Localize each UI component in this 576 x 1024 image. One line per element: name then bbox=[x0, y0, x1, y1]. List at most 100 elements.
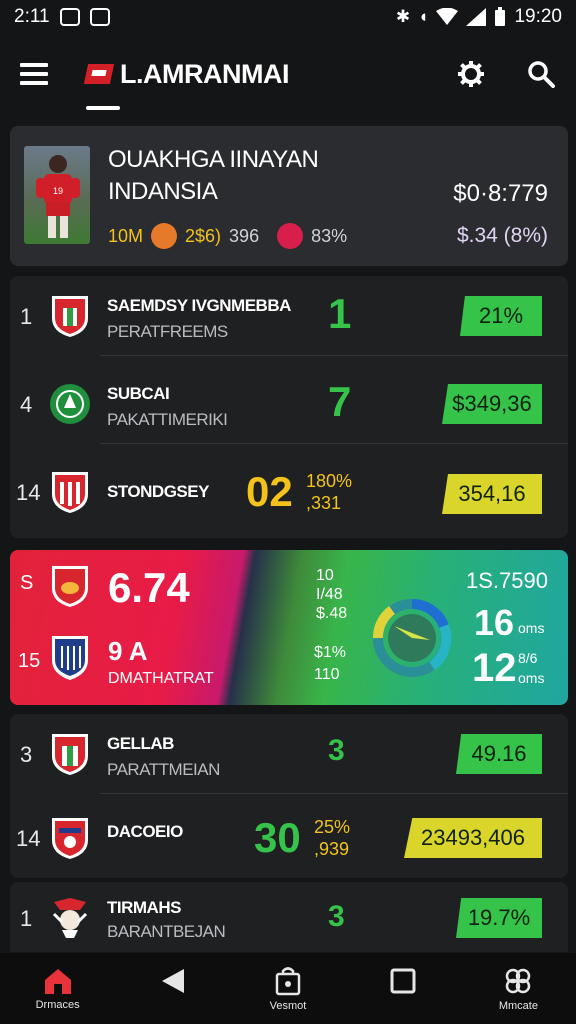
team-score: 3 bbox=[328, 734, 345, 767]
app-bar: L.AMRANMAI bbox=[0, 34, 576, 114]
nav-label-vesmot: Vesmot bbox=[269, 999, 307, 1012]
status-bar: 2:11 ✱ ◖ 19:20 bbox=[0, 0, 576, 34]
settings-gear-icon[interactable] bbox=[456, 59, 486, 89]
value-badge[interactable]: 49.16 bbox=[456, 734, 542, 774]
team-score: 3 bbox=[328, 900, 345, 933]
value-badge[interactable]: 21% bbox=[460, 296, 542, 336]
ball-icon bbox=[151, 223, 178, 249]
table-row[interactable]: 1 SAEMDSY IVGNMEBBA PERATFREEMS 1 21% bbox=[10, 276, 568, 356]
bottom-navigation: Drmaces Vesmot Mmcate bbox=[0, 953, 576, 1024]
table-row[interactable]: 14 STONDGSEY 02 180% ,331 354,16 bbox=[10, 452, 568, 532]
clock-icon bbox=[277, 223, 304, 249]
notification-icon bbox=[59, 8, 80, 26]
battery-icon bbox=[495, 7, 506, 26]
nav-item-mmcate[interactable]: Mmcate bbox=[461, 953, 576, 1024]
nav-label-mmcate: Mmcate bbox=[498, 999, 538, 1012]
team-name: STONDGSEY bbox=[107, 482, 209, 501]
table-row[interactable]: 3 GELLAB PARATTMEIAN 3 49.16 bbox=[10, 714, 568, 794]
bag-icon bbox=[275, 966, 301, 995]
promo-unit-2: oms bbox=[518, 670, 545, 686]
featured-stats: 10M 2$6) 396 83% bbox=[108, 223, 347, 249]
team-name: TIRMAHS bbox=[107, 898, 181, 917]
team-crest-icon bbox=[52, 296, 88, 337]
promo-big-1: 16 bbox=[474, 602, 515, 643]
back-icon bbox=[161, 968, 184, 993]
team-crest-icon bbox=[52, 566, 88, 607]
featured-stat-3: 396 bbox=[229, 225, 260, 246]
status-clock: 19:20 bbox=[514, 6, 562, 27]
promo-rank-2: 15 bbox=[18, 650, 41, 672]
team-name: SAEMDSY IVGNMEBBA bbox=[107, 296, 291, 315]
team-crest-icon bbox=[52, 636, 88, 680]
promo-big-2: 12 bbox=[472, 646, 517, 690]
featured-change: $.34 (8%) bbox=[456, 224, 548, 247]
score-extra: 25% ,939 bbox=[314, 816, 350, 860]
promo-mid-4: $1% bbox=[314, 644, 347, 661]
team-name: GELLAB bbox=[107, 734, 174, 753]
featured-title-line1: OUAKHGA IINAYAN bbox=[108, 146, 319, 173]
nav-item-vesmot[interactable]: Vesmot bbox=[230, 953, 345, 1024]
featured-stat-2: 2$6) bbox=[185, 225, 222, 246]
value-badge[interactable]: $349,36 bbox=[442, 384, 542, 424]
standings-group-2: 3 GELLAB PARATTMEIAN 3 49.16 14 DACOEIO … bbox=[10, 714, 568, 878]
featured-title-line2: INDANSIA bbox=[108, 178, 218, 205]
menu-icon[interactable] bbox=[20, 63, 48, 85]
search-icon[interactable] bbox=[526, 59, 556, 89]
promo-mid-5: 110 bbox=[314, 666, 340, 683]
brand-logo-icon bbox=[86, 62, 114, 86]
nav-label-home: Drmaces bbox=[35, 998, 80, 1011]
promo-mid-stats-2: $1% 110 bbox=[314, 642, 346, 686]
promo-value: 6.74 bbox=[108, 564, 190, 611]
score-extra-1: 180% bbox=[306, 471, 353, 491]
team-crest-icon bbox=[52, 472, 88, 513]
team-crest-icon bbox=[50, 384, 90, 424]
nav-item-home[interactable]: Drmaces bbox=[0, 953, 115, 1024]
notification-icon-2 bbox=[89, 8, 110, 26]
row-rank: 3 bbox=[20, 742, 33, 767]
bluetooth-icon: ✱ bbox=[395, 7, 411, 26]
row-rank: 1 bbox=[20, 906, 33, 931]
value-badge[interactable]: 23493,406 bbox=[404, 818, 542, 858]
team-subtitle: PERATFREEMS bbox=[107, 322, 228, 341]
status-time: 2:11 bbox=[14, 6, 50, 27]
team-crest-icon bbox=[52, 818, 88, 859]
promo-mid-1: 10 bbox=[316, 567, 334, 584]
promo-mid-2: I/48 bbox=[316, 586, 343, 603]
team-name: DACOEIO bbox=[107, 822, 183, 841]
nav-item-recents[interactable] bbox=[346, 953, 461, 1024]
promo-sub-value: 9 A bbox=[108, 636, 148, 666]
table-row[interactable]: 14 DACOEIO 30 25% ,939 23493,406 bbox=[10, 798, 568, 878]
score-extra: 180% ,331 bbox=[306, 470, 352, 514]
wifi-icon bbox=[436, 8, 459, 25]
team-subtitle: PARATTMEIAN bbox=[107, 760, 220, 779]
team-score: 02 bbox=[246, 468, 293, 515]
active-tab-indicator bbox=[86, 106, 120, 110]
team-name: SUBCAI bbox=[107, 384, 170, 403]
team-crest-icon bbox=[52, 898, 88, 938]
standings-group-3: 1 TIRMAHS BARANTBEJAN 3 19.7% bbox=[10, 882, 568, 952]
home-icon bbox=[44, 968, 71, 994]
team-score: 30 bbox=[254, 814, 301, 861]
row-rank: 14 bbox=[16, 826, 41, 851]
table-row[interactable]: 4 SUBCAI PAKATTIMERIKI 7 $349,36 bbox=[10, 364, 568, 444]
value-badge[interactable]: 354,16 bbox=[442, 474, 542, 514]
team-score: 1 bbox=[328, 290, 352, 337]
promo-unit-1: oms bbox=[518, 620, 545, 636]
promo-top-right: 1S.7590 bbox=[466, 568, 548, 593]
gauge-chart-icon bbox=[373, 598, 452, 677]
value-badge[interactable]: 19.7% bbox=[456, 898, 542, 938]
vibrate-icon: ◖ bbox=[418, 7, 429, 26]
featured-player-card[interactable]: 19 OUAKHGA IINAYAN INDANSIA $0·8:779 10M… bbox=[10, 126, 568, 266]
featured-stat-1: 10M bbox=[108, 225, 144, 246]
row-rank: 4 bbox=[20, 392, 33, 417]
player-photo: 19 bbox=[24, 146, 90, 244]
nav-item-back[interactable] bbox=[115, 953, 230, 1024]
promo-mid-stats: 10 I/48 $.48 bbox=[316, 566, 347, 623]
table-row[interactable]: 1 TIRMAHS BARANTBEJAN 3 19.7% bbox=[10, 882, 568, 952]
team-crest-icon bbox=[52, 734, 88, 775]
live-match-card[interactable]: S 6.74 15 9 A DMATHATRAT 10 I/48 $.48 $1… bbox=[10, 550, 568, 705]
featured-price: $0·8:779 bbox=[453, 180, 548, 207]
team-subtitle: BARANTBEJAN bbox=[107, 922, 226, 941]
app-title: L.AMRANMAI bbox=[120, 58, 289, 89]
score-extra-2: ,939 bbox=[314, 839, 350, 859]
